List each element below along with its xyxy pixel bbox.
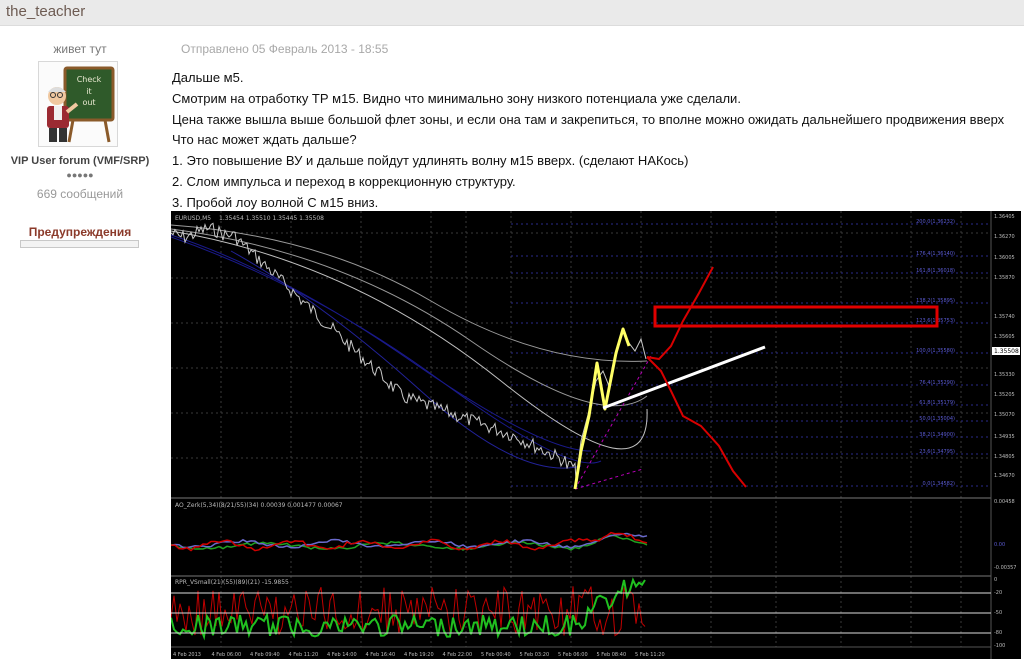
- indicator2-tick-label: -20: [994, 590, 1002, 596]
- board-text-3: out: [82, 98, 95, 107]
- author-username-link[interactable]: the_teacher: [6, 3, 85, 20]
- post-line: Цена также вышла выше большой флет зоны,…: [172, 111, 1005, 127]
- time-tick-label: 5 Feb 06:00: [558, 652, 588, 658]
- author-rank-title: живет тут: [53, 42, 107, 56]
- fib-level-label: 161.8(1.36018): [916, 268, 955, 274]
- price-tick-label: 1.35740: [994, 314, 1015, 320]
- author-group: VIP User forum (VMF/SRP): [10, 155, 150, 167]
- time-tick-label: 5 Feb 03:20: [520, 652, 550, 658]
- time-tick-label: 5 Feb 00:40: [481, 652, 511, 658]
- indicator1-tick-label: 0.00: [994, 542, 1005, 548]
- author-post-count: 669 сообщений: [36, 187, 124, 201]
- rank-pips: ●●●●●: [66, 170, 94, 180]
- indicator2-tick-label: -80: [994, 630, 1002, 636]
- board-text-2: it: [86, 87, 91, 96]
- time-tick-label: 4 Feb 19:20: [404, 652, 434, 658]
- fib-level-label: 38.2(1.34900): [919, 432, 955, 438]
- indicator2-tick-label: -50: [994, 610, 1002, 616]
- post-line: Дальше м5.: [172, 70, 244, 85]
- warnings-link[interactable]: Предупреждения: [0, 225, 160, 239]
- price-tick-label: 1.35330: [994, 372, 1015, 378]
- board-text-1: Check: [77, 75, 102, 84]
- fib-level-label: 50.0(1.35004): [919, 416, 955, 422]
- post-line: 2. Слом импульса и переход в коррекционн…: [172, 173, 516, 189]
- fib-level-label: 76.4(1.35290): [919, 380, 955, 386]
- chart-ohlc: 1.35454 1.35510 1.35445 1.35508: [219, 215, 324, 222]
- fib-level-label: 0.0(1.34582): [922, 481, 955, 487]
- indicator2-label: RPR_VSmall(21)(55)(89)(21) -15.9855: [175, 579, 289, 586]
- indicator1-label: AO_Zerk(5,34)(8/21/55)(34) 0.00039 0.001…: [175, 502, 343, 509]
- price-tick-label: 1.35070: [994, 412, 1015, 418]
- price-tick-label: 1.35205: [994, 392, 1015, 398]
- teacher-avatar-image: Check it out: [39, 62, 117, 146]
- indicator2-tick-label: -100: [994, 643, 1005, 649]
- fib-level-label: 100.0(1.35580): [916, 348, 955, 354]
- price-tick-label: 1.36005: [994, 255, 1015, 261]
- warnings-bar: [20, 240, 139, 248]
- price-tick-label: 1.34670: [994, 473, 1015, 479]
- post-line: Что нас может ждать дальше?: [172, 132, 357, 148]
- indicator2-tick-label: 0: [994, 577, 997, 583]
- time-tick-label: 5 Feb 11:20: [635, 652, 665, 658]
- post-line: Смотрим на отработку ТР м15. Видно что м…: [172, 90, 741, 106]
- time-tick-label: 4 Feb 14:00: [327, 652, 357, 658]
- post-date: Отправлено 05 Февраль 2013 - 18:55: [181, 42, 389, 56]
- price-tick-label: 1.34935: [994, 434, 1015, 440]
- trading-chart-image[interactable]: EURUSD,M5 1.35454 1.35510 1.35445 1.3550…: [170, 211, 1021, 659]
- time-tick-label: 4 Feb 22:00: [443, 652, 473, 658]
- fib-level-label: 138.2(1.35895): [916, 298, 955, 304]
- price-tick-label: 1.35870: [994, 275, 1015, 281]
- chart-symbol: EURUSD,M5: [175, 215, 211, 222]
- time-tick-label: 4 Feb 16:40: [366, 652, 396, 658]
- price-badge-text: 1.35508: [994, 348, 1019, 355]
- indicator1-tick-label: -0.00357: [994, 565, 1016, 571]
- price-tick-label: 1.36405: [994, 214, 1015, 220]
- post-body: Дальше м5. Смотрим на отработку ТР м15. …: [172, 68, 1024, 214]
- price-tick-label: 1.36270: [994, 234, 1015, 240]
- fib-level-label: 61.8(1.35179): [919, 400, 955, 406]
- post-header-bar: the_teacher: [0, 0, 1024, 26]
- price-tick-label: 1.34805: [994, 454, 1015, 460]
- fib-level-label: 23.6(1.34795): [919, 449, 955, 455]
- fib-level-label: 176.4(1.36140): [916, 251, 955, 257]
- author-avatar[interactable]: Check it out: [38, 61, 118, 147]
- fib-level-label: 200.0(1.36232): [916, 219, 955, 225]
- time-tick-label: 4 Feb 09:40: [250, 652, 280, 658]
- time-tick-label: 4 Feb 06:00: [212, 652, 242, 658]
- time-tick-label: 5 Feb 08:40: [597, 652, 627, 658]
- time-tick-label: 4 Feb 11:20: [289, 652, 319, 658]
- price-tick-label: 1.35605: [994, 334, 1015, 340]
- indicator1-tick-label: 0.00458: [994, 499, 1015, 505]
- time-tick-label: 4 Feb 2013: [173, 652, 201, 658]
- post-line: 1. Это повышение ВУ и дальше пойдут удли…: [172, 153, 689, 169]
